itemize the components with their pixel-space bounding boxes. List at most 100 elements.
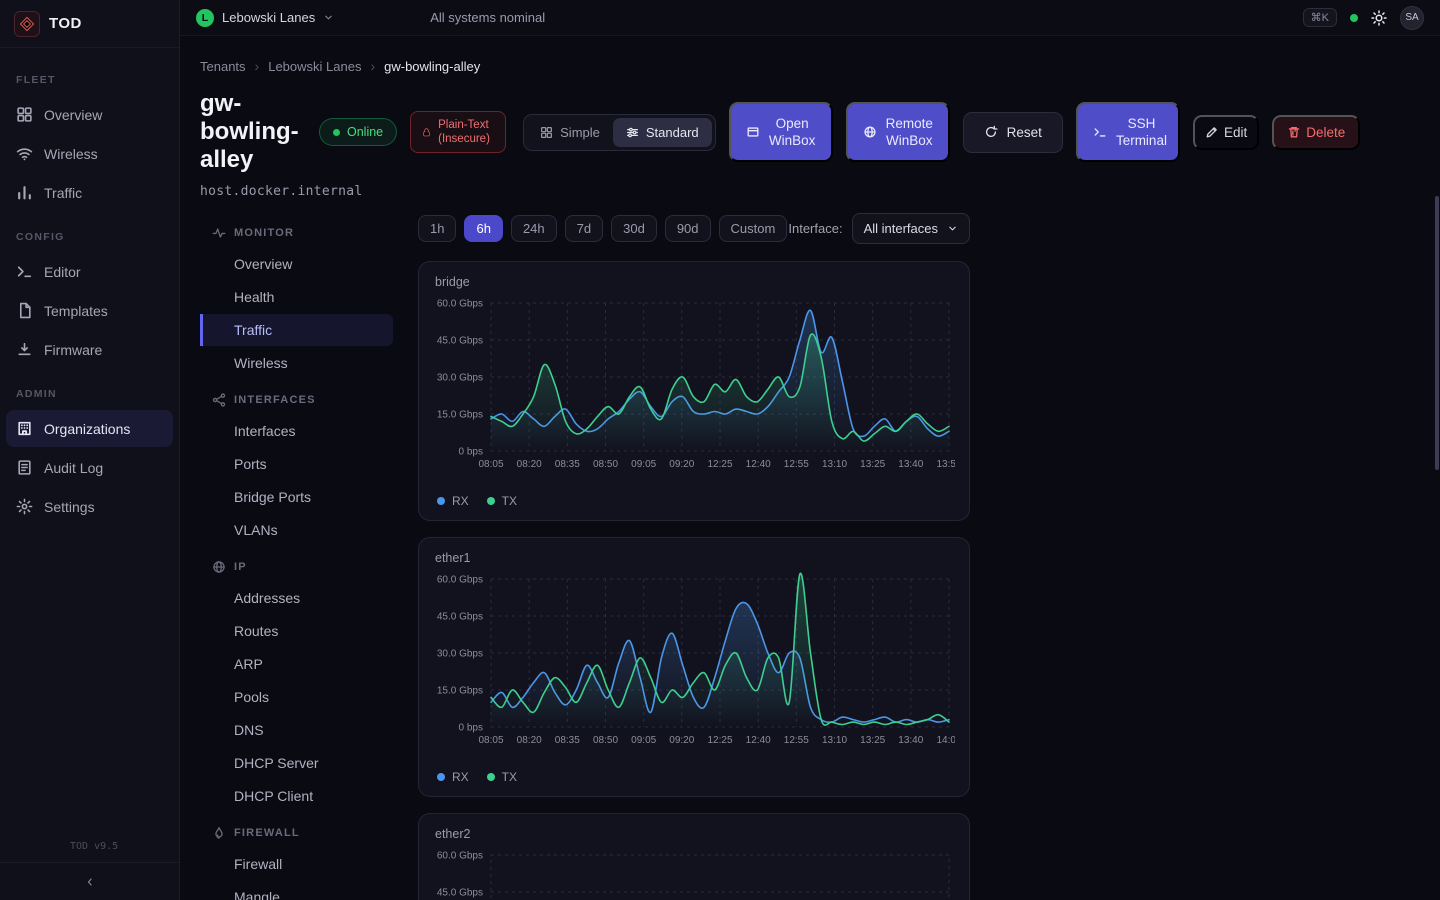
delete-button[interactable]: Delete <box>1272 115 1360 150</box>
file-icon <box>16 302 33 319</box>
sidebar-item-overview[interactable]: Overview <box>6 96 173 133</box>
device-nav-item-pools[interactable]: Pools <box>200 681 393 713</box>
sidebar-item-templates[interactable]: Templates <box>6 292 173 329</box>
svg-text:45.0 Gbps: 45.0 Gbps <box>437 888 483 899</box>
building-icon <box>16 420 33 437</box>
time-range-24h[interactable]: 24h <box>511 215 557 242</box>
view-mode-simple[interactable]: Simple <box>527 118 613 147</box>
time-range-custom[interactable]: Custom <box>719 215 788 242</box>
sidebar-item-label: Organizations <box>44 421 130 437</box>
svg-text:13:25: 13:25 <box>860 735 885 746</box>
svg-text:30.0 Gbps: 30.0 Gbps <box>437 373 483 384</box>
sidebar-item-audit-log[interactable]: Audit Log <box>6 449 173 486</box>
sidebar-sections: FLEETOverviewWirelessTrafficCONFIGEditor… <box>0 48 179 833</box>
insecure-badge-label: Plain-Text (Insecure) <box>438 118 495 147</box>
legend-label: TX <box>502 494 517 508</box>
chart-card-ether2: ether20 bps15.0 Gbps30.0 Gbps45.0 Gbps60… <box>418 813 970 900</box>
device-header: gw-bowling-alley Online Plain-Text (Inse… <box>200 90 1440 174</box>
interface-select[interactable]: All interfaces <box>852 213 970 244</box>
terminal-icon <box>16 263 33 280</box>
device-nav-item-ports[interactable]: Ports <box>200 448 393 480</box>
svg-text:12:55: 12:55 <box>784 735 809 746</box>
sun-icon[interactable] <box>1371 10 1387 26</box>
lock-icon <box>421 127 432 138</box>
sidebar-item-editor[interactable]: Editor <box>6 253 173 290</box>
svg-text:09:20: 09:20 <box>669 459 694 470</box>
breadcrumb-tenants[interactable]: Tenants <box>200 59 246 74</box>
svg-text:0 bps: 0 bps <box>459 447 483 458</box>
device-nav-item-dhcp-client[interactable]: DHCP Client <box>200 780 393 812</box>
time-range-7d[interactable]: 7d <box>565 215 603 242</box>
sidebar-item-wireless[interactable]: Wireless <box>6 135 173 172</box>
flame-icon <box>212 826 226 840</box>
sidebar-item-label: Wireless <box>44 146 98 162</box>
view-mode-standard[interactable]: Standard <box>613 118 712 147</box>
sidebar-item-organizations[interactable]: Organizations <box>6 410 173 447</box>
chevron-right-icon: › <box>370 58 375 74</box>
ssh-terminal-button[interactable]: SSH Terminal <box>1076 102 1180 162</box>
svg-text:08:35: 08:35 <box>555 459 580 470</box>
legend-dot-icon <box>487 773 495 781</box>
sidebar-collapse-button[interactable] <box>0 862 179 900</box>
device-nav-item-traffic[interactable]: Traffic <box>200 314 393 346</box>
legend-rx[interactable]: RX <box>437 494 469 508</box>
delete-label: Delete <box>1306 125 1345 140</box>
device-nav-item-overview[interactable]: Overview <box>200 248 393 280</box>
svg-text:12:25: 12:25 <box>707 459 732 470</box>
device-nav-section-label: INTERFACES <box>234 394 316 406</box>
sidebar-item-label: Traffic <box>44 185 82 201</box>
svg-text:0 bps: 0 bps <box>459 723 483 734</box>
svg-text:12:40: 12:40 <box>746 735 771 746</box>
tenant-avatar: L <box>196 9 214 27</box>
device-nav-item-wireless[interactable]: Wireless <box>200 347 393 379</box>
user-avatar[interactable]: SA <box>1400 6 1424 30</box>
online-dot-icon <box>333 129 340 136</box>
svg-text:12:40: 12:40 <box>746 459 771 470</box>
edit-button[interactable]: Edit <box>1193 115 1259 150</box>
legend-tx[interactable]: TX <box>487 770 517 784</box>
sidebar-item-firmware[interactable]: Firmware <box>6 331 173 368</box>
reset-button[interactable]: Reset <box>963 112 1063 153</box>
svg-text:60.0 Gbps: 60.0 Gbps <box>437 575 483 586</box>
device-body: MONITOROverviewHealthTrafficWirelessINTE… <box>200 213 1440 900</box>
reset-label: Reset <box>1007 125 1042 140</box>
insecure-badge: Plain-Text (Insecure) <box>410 111 506 154</box>
vertical-scrollbar[interactable] <box>1435 196 1439 470</box>
grid-small-icon <box>540 126 553 139</box>
activity-icon <box>212 226 226 240</box>
device-nav-item-firewall[interactable]: Firewall <box>200 848 393 880</box>
svg-text:13:10: 13:10 <box>822 735 847 746</box>
command-palette-shortcut[interactable]: ⌘K <box>1303 8 1337 27</box>
time-range-30d[interactable]: 30d <box>611 215 657 242</box>
time-range-6h[interactable]: 6h <box>464 215 502 242</box>
legend-tx[interactable]: TX <box>487 494 517 508</box>
time-range-90d[interactable]: 90d <box>665 215 711 242</box>
tenant-selector[interactable]: L Lebowski Lanes <box>196 9 334 27</box>
sidebar-item-settings[interactable]: Settings <box>6 488 173 525</box>
simple-label: Simple <box>560 125 600 140</box>
legend-rx[interactable]: RX <box>437 770 469 784</box>
remote-winbox-button[interactable]: Remote WinBox <box>846 102 950 162</box>
device-nav-item-routes[interactable]: Routes <box>200 615 393 647</box>
open-winbox-button[interactable]: Open WinBox <box>729 102 833 162</box>
device-nav-item-dns[interactable]: DNS <box>200 714 393 746</box>
chart-legend: RX TX <box>435 494 953 508</box>
device-nav-item-mangle[interactable]: Mangle <box>200 881 393 900</box>
tenant-name: Lebowski Lanes <box>222 10 315 25</box>
main-content: Tenants › Lebowski Lanes › gw-bowling-al… <box>180 36 1440 900</box>
device-nav-item-arp[interactable]: ARP <box>200 648 393 680</box>
device-nav-item-dhcp-server[interactable]: DHCP Server <box>200 747 393 779</box>
interface-filter: Interface: All interfaces <box>788 213 970 244</box>
svg-text:13:55: 13:55 <box>936 459 955 470</box>
device-nav-item-vlans[interactable]: VLANs <box>200 514 393 546</box>
svg-text:15.0 Gbps: 15.0 Gbps <box>437 410 483 421</box>
device-nav-section-firewall: FIREWALL <box>200 813 393 847</box>
device-nav-item-health[interactable]: Health <box>200 281 393 313</box>
time-range-1h[interactable]: 1h <box>418 215 456 242</box>
device-nav-item-addresses[interactable]: Addresses <box>200 582 393 614</box>
device-nav-item-interfaces[interactable]: Interfaces <box>200 415 393 447</box>
svg-text:15.0 Gbps: 15.0 Gbps <box>437 686 483 697</box>
sidebar-item-traffic[interactable]: Traffic <box>6 174 173 211</box>
breadcrumb-tenant[interactable]: Lebowski Lanes <box>268 59 361 74</box>
device-nav-item-bridge-ports[interactable]: Bridge Ports <box>200 481 393 513</box>
